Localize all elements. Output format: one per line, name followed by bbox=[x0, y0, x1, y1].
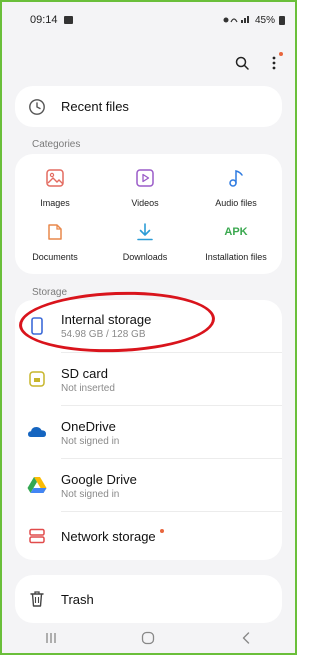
more-options-icon[interactable] bbox=[261, 50, 287, 76]
category-videos[interactable]: Videos bbox=[105, 166, 185, 208]
network-storage-icon bbox=[27, 526, 47, 546]
storage-title: Google Drive bbox=[61, 472, 137, 487]
category-images[interactable]: Images bbox=[15, 166, 95, 208]
category-installation-files[interactable]: APK Installation files bbox=[196, 220, 276, 262]
storage-header: Storage bbox=[32, 287, 68, 298]
status-time: 09:14 bbox=[30, 14, 58, 26]
storage-subtitle: Not signed in bbox=[61, 436, 120, 447]
categories-header: Categories bbox=[32, 139, 81, 150]
video-icon bbox=[105, 166, 185, 190]
download-icon bbox=[105, 220, 185, 244]
category-audio-files[interactable]: Audio files bbox=[196, 166, 276, 208]
image-icon bbox=[15, 166, 95, 190]
navigation-bar bbox=[2, 623, 295, 653]
storage-title: SD card bbox=[61, 366, 108, 381]
top-toolbar bbox=[2, 48, 295, 78]
category-label: Downloads bbox=[122, 252, 168, 262]
storage-card: Internal storage 54.98 GB / 128 GB SD ca… bbox=[15, 300, 282, 560]
storage-item-onedrive[interactable]: OneDrive Not signed in bbox=[15, 406, 282, 458]
onedrive-icon bbox=[27, 422, 47, 442]
category-label: Documents bbox=[32, 252, 78, 262]
trash-card[interactable]: Trash bbox=[15, 575, 282, 623]
storage-item-network[interactable]: Network storage bbox=[15, 512, 282, 560]
storage-title: Network storage bbox=[61, 529, 156, 544]
phone-screen: 09:14 45% Recent files Categories Images… bbox=[0, 0, 297, 655]
back-icon[interactable] bbox=[226, 626, 266, 650]
storage-item-sd-card[interactable]: SD card Not inserted bbox=[15, 353, 282, 405]
storage-subtitle: 54.98 GB / 128 GB bbox=[61, 329, 146, 340]
storage-item-google-drive[interactable]: Google Drive Not signed in bbox=[15, 459, 282, 511]
category-label: Images bbox=[40, 198, 70, 208]
battery-level: 45% bbox=[254, 14, 275, 26]
recent-files-label: Recent files bbox=[61, 99, 129, 114]
recents-icon[interactable] bbox=[31, 626, 71, 650]
search-icon[interactable] bbox=[229, 50, 255, 76]
storage-item-internal[interactable]: Internal storage 54.98 GB / 128 GB bbox=[15, 300, 282, 352]
category-downloads[interactable]: Downloads bbox=[105, 220, 185, 262]
category-documents[interactable]: Documents bbox=[15, 220, 95, 262]
google-drive-icon bbox=[27, 475, 47, 495]
status-bar: 09:14 45% bbox=[2, 2, 295, 38]
apk-badge-text: APK bbox=[224, 226, 248, 238]
categories-card: Images Videos Audio files Documents Down… bbox=[15, 154, 282, 274]
battery-icon bbox=[279, 15, 285, 25]
signal-icon bbox=[223, 14, 251, 27]
storage-subtitle: Not signed in bbox=[61, 489, 120, 500]
home-icon[interactable] bbox=[128, 626, 168, 650]
storage-subtitle: Not inserted bbox=[61, 383, 115, 394]
storage-title: Internal storage bbox=[61, 312, 152, 327]
phone-icon bbox=[27, 316, 47, 336]
trash-icon bbox=[27, 589, 47, 609]
apk-icon: APK bbox=[196, 220, 276, 244]
music-note-icon bbox=[196, 166, 276, 190]
category-label: Audio files bbox=[215, 198, 257, 208]
recent-files-card[interactable]: Recent files bbox=[15, 86, 282, 127]
new-badge-dot bbox=[279, 52, 283, 56]
category-label: Installation files bbox=[205, 252, 267, 262]
storage-title: OneDrive bbox=[61, 419, 116, 434]
category-label: Videos bbox=[131, 198, 159, 208]
gallery-notification-icon bbox=[63, 16, 73, 24]
new-badge-dot bbox=[160, 529, 165, 533]
trash-label: Trash bbox=[61, 592, 94, 607]
sd-card-icon bbox=[27, 369, 47, 389]
clock-icon bbox=[27, 97, 47, 117]
document-icon bbox=[15, 220, 95, 244]
